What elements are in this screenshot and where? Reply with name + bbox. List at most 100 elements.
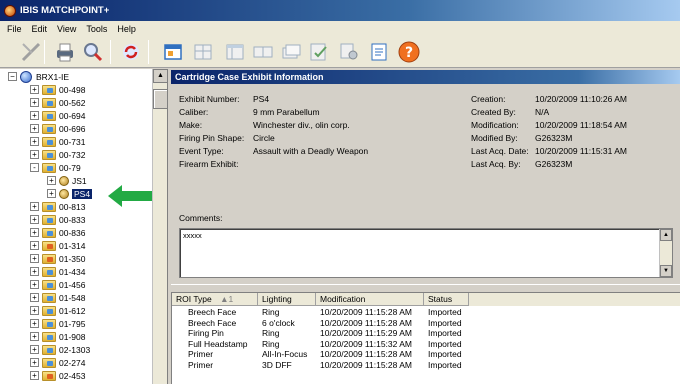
tree-item[interactable]: +00-731: [30, 135, 85, 148]
collapse-icon[interactable]: −: [8, 72, 17, 81]
exhibit-tree[interactable]: − BRX1-IE +00-498 +00-562 +00-694 +00-696 +0…: [0, 69, 168, 384]
column-modification[interactable]: Modification: [316, 293, 424, 306]
scroll-up-arrow-icon[interactable]: ▲: [660, 229, 672, 241]
tree-item-label: 01-350: [59, 253, 86, 264]
help-button[interactable]: ?: [396, 39, 421, 64]
tree-item[interactable]: +00-813: [30, 200, 85, 213]
window-icon: [163, 43, 182, 60]
tree-item[interactable]: +00-694: [30, 109, 85, 122]
folder-icon: [42, 97, 56, 108]
stack-icon: [282, 44, 300, 58]
table-row[interactable]: Breech Face 6 o'clock 10/20/2009 11:15:28 …: [172, 318, 680, 328]
table-row[interactable]: Full Headstamp Ring 10/20/2009 11:15:32 AM…: [172, 339, 680, 349]
document-tool-button[interactable]: [366, 39, 391, 64]
menu-tools[interactable]: Tools: [81, 24, 112, 34]
menu-bar: File Edit View Tools Help: [0, 21, 680, 36]
search-button[interactable]: [80, 39, 105, 64]
tree-item[interactable]: +01-314: [30, 239, 85, 252]
expand-icon[interactable]: +: [30, 202, 39, 211]
expand-icon[interactable]: +: [30, 111, 39, 120]
expand-icon[interactable]: +: [30, 358, 39, 367]
comments-scrollbar[interactable]: ▲ ▼: [659, 229, 672, 277]
folder-icon: [42, 149, 56, 160]
menu-help[interactable]: Help: [112, 24, 141, 34]
tree-item[interactable]: +02-274: [30, 356, 85, 369]
expand-icon[interactable]: +: [30, 98, 39, 107]
tree-subitem[interactable]: + PS4: [47, 187, 94, 200]
expand-icon[interactable]: +: [47, 176, 56, 185]
expand-icon[interactable]: +: [47, 189, 56, 198]
menu-file[interactable]: File: [2, 24, 27, 34]
expand-icon[interactable]: +: [30, 267, 39, 276]
expand-icon[interactable]: +: [30, 332, 39, 341]
expand-icon[interactable]: +: [30, 241, 39, 250]
expand-icon[interactable]: +: [30, 319, 39, 328]
grid-tool-button[interactable]: [190, 39, 215, 64]
table-row[interactable]: Firing Pin Ring 10/20/2009 11:15:29 AM Impo…: [172, 328, 680, 338]
expand-icon[interactable]: +: [30, 215, 39, 224]
menu-view[interactable]: View: [52, 24, 81, 34]
expand-icon[interactable]: +: [30, 124, 39, 133]
expand-icon[interactable]: +: [30, 280, 39, 289]
expand-icon[interactable]: +: [30, 254, 39, 263]
scroll-down-arrow-icon[interactable]: ▼: [660, 265, 672, 277]
expand-icon[interactable]: +: [30, 228, 39, 237]
tree-root[interactable]: − BRX1-IE: [8, 70, 69, 83]
expand-icon[interactable]: +: [30, 345, 39, 354]
tree-item[interactable]: +00-562: [30, 96, 85, 109]
tree-item[interactable]: +00-696: [30, 122, 85, 135]
menu-edit[interactable]: Edit: [27, 24, 53, 34]
table-row[interactable]: Breech Face Ring 10/20/2009 11:15:28 AM Imp…: [172, 307, 680, 317]
tree-item[interactable]: +01-350: [30, 252, 85, 265]
panel-splitter[interactable]: [171, 284, 680, 293]
tree-item-label: 02-274: [59, 357, 86, 368]
tree-item[interactable]: +00-836: [30, 226, 85, 239]
scroll-thumb[interactable]: [153, 89, 167, 109]
expand-icon[interactable]: +: [30, 371, 39, 380]
expand-icon[interactable]: +: [30, 85, 39, 94]
disabled-tool-button[interactable]: [18, 39, 43, 64]
stack-tool-button[interactable]: [278, 39, 303, 64]
compare-tool-button[interactable]: [250, 39, 275, 64]
tree-scrollbar[interactable]: ▲: [152, 69, 167, 384]
tree-item[interactable]: +01-795: [30, 317, 85, 330]
tree-item[interactable]: +02-1303: [30, 343, 90, 356]
column-status[interactable]: Status: [424, 293, 469, 306]
gear-icon: [340, 43, 357, 59]
field-label: Modified By:: [471, 133, 518, 143]
print-button[interactable]: [52, 39, 77, 64]
refresh-button[interactable]: [118, 39, 143, 64]
layout-tool-button[interactable]: [222, 39, 247, 64]
tree-item[interactable]: +01-908: [30, 330, 85, 343]
table-row[interactable]: Primer 3D DFF 10/20/2009 11:15:28 AM Import…: [172, 360, 680, 370]
tree-item[interactable]: +00-498: [30, 83, 85, 96]
column-lighting[interactable]: Lighting: [258, 293, 316, 306]
expand-icon[interactable]: +: [30, 150, 39, 159]
tree-item[interactable]: +00-732: [30, 148, 85, 161]
checklist-icon: [310, 43, 327, 60]
expand-icon[interactable]: +: [30, 137, 39, 146]
tree-item[interactable]: +00-833: [30, 213, 85, 226]
check-tool-button[interactable]: [306, 39, 331, 64]
tree-item[interactable]: +01-612: [30, 304, 85, 317]
field-label: Make:: [179, 120, 203, 130]
expand-icon[interactable]: +: [30, 306, 39, 315]
tree-item[interactable]: +02-453: [30, 369, 85, 382]
settings-tool-button[interactable]: [336, 39, 361, 64]
tree-item[interactable]: +01-434: [30, 265, 85, 278]
tree-item[interactable]: - 00-79: [30, 161, 81, 174]
folder-icon: [42, 266, 56, 277]
table-row[interactable]: Primer All-In-Focus 10/20/2009 11:15:28 AM…: [172, 349, 680, 359]
tree-item[interactable]: +01-456: [30, 278, 85, 291]
svg-text:?: ?: [404, 45, 412, 61]
comments-field[interactable]: xxxxx ▲ ▼: [179, 228, 673, 278]
column-roi-type[interactable]: ROI Type ▲1: [172, 293, 258, 306]
field-label: Creation:: [471, 94, 506, 104]
expand-icon[interactable]: +: [30, 293, 39, 302]
window-tool-button[interactable]: [160, 39, 185, 64]
collapse-icon[interactable]: -: [30, 163, 39, 172]
table-cell: Breech Face: [188, 317, 237, 328]
scroll-up-arrow-icon[interactable]: ▲: [153, 69, 167, 83]
tree-subitem[interactable]: + JS1: [47, 174, 87, 187]
tree-item[interactable]: +01-548: [30, 291, 85, 304]
